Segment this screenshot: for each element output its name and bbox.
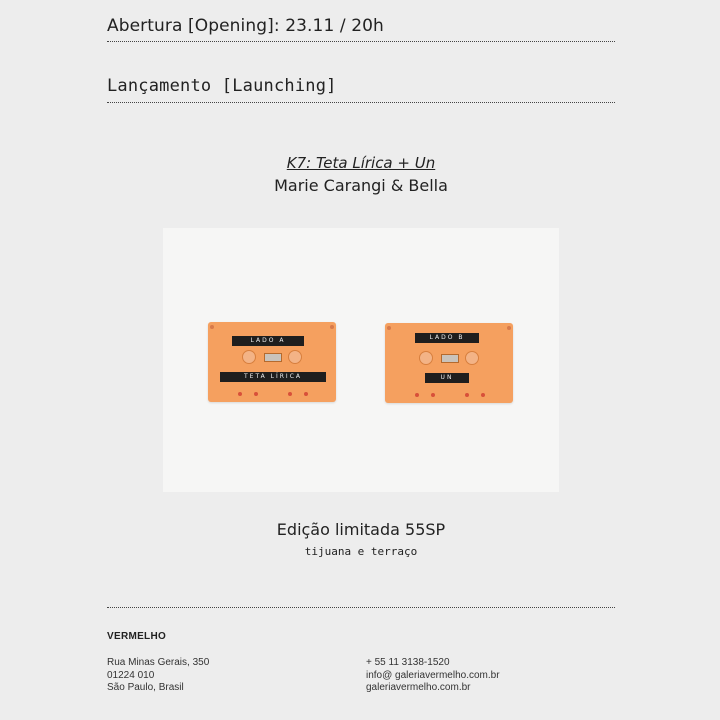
cassette-b-title-label: UN <box>425 373 469 383</box>
cassette-hole <box>288 392 292 396</box>
tape-window-center <box>264 353 282 362</box>
address-city: São Paulo, Brasil <box>107 682 184 693</box>
divider <box>107 607 615 608</box>
cassette-a-title-label: TETA LÍRICA <box>220 372 326 382</box>
cassette-b-side-label: LADO B <box>415 333 479 343</box>
divider <box>107 41 615 42</box>
tape-window <box>242 350 302 364</box>
cassette-hole <box>238 392 242 396</box>
cassette-hole <box>304 392 308 396</box>
gallery-address: Rua Minas Gerais, 350 01224 010 São Paul… <box>107 657 209 695</box>
tape-window-center <box>441 354 459 363</box>
release-artists: Marie Carangi & Bella <box>274 176 448 195</box>
venue-info: tijuana e terraço <box>304 545 418 558</box>
divider <box>107 102 615 103</box>
address-postal-code: 01224 010 <box>107 669 155 681</box>
cassette-hole <box>431 393 435 397</box>
launching-heading: Lançamento [Launching] <box>107 76 337 96</box>
spool-icon <box>465 351 479 365</box>
contact-website-link[interactable]: galeriavermelho.com.br <box>366 682 500 695</box>
corner-screw <box>507 326 511 330</box>
cassette-tape-b: LADO B UN <box>385 323 513 403</box>
gallery-contact: + 55 11 3138-1520 info@ galeriavermelho.… <box>366 657 500 695</box>
tape-window <box>419 351 479 365</box>
gallery-name: VERMELHO <box>107 631 167 642</box>
contact-phone: + 55 11 3138-1520 <box>366 657 450 668</box>
address-street: Rua Minas Gerais, 350 <box>107 657 210 668</box>
release-title: K7: Teta Lírica + Un <box>286 154 436 172</box>
corner-screw <box>330 325 334 329</box>
cassette-hole <box>465 393 469 397</box>
edition-info: Edição limitada 55SP <box>276 520 446 539</box>
corner-screw <box>387 326 391 330</box>
spool-icon <box>288 350 302 364</box>
contact-email-link[interactable]: info@ galeriavermelho.com.br <box>366 670 500 683</box>
cassette-hole <box>254 392 258 396</box>
cassette-hole <box>481 393 485 397</box>
opening-info: Abertura [Opening]: 23.11 / 20h <box>107 16 384 36</box>
corner-screw <box>210 325 214 329</box>
cassette-hole <box>415 393 419 397</box>
cassettes-photo: LADO A TETA LÍRICA LADO B UN <box>163 228 559 492</box>
spool-icon <box>419 351 433 365</box>
spool-icon <box>242 350 256 364</box>
cassette-a-side-label: LADO A <box>232 336 304 346</box>
cassette-tape-a: LADO A TETA LÍRICA <box>208 322 336 402</box>
